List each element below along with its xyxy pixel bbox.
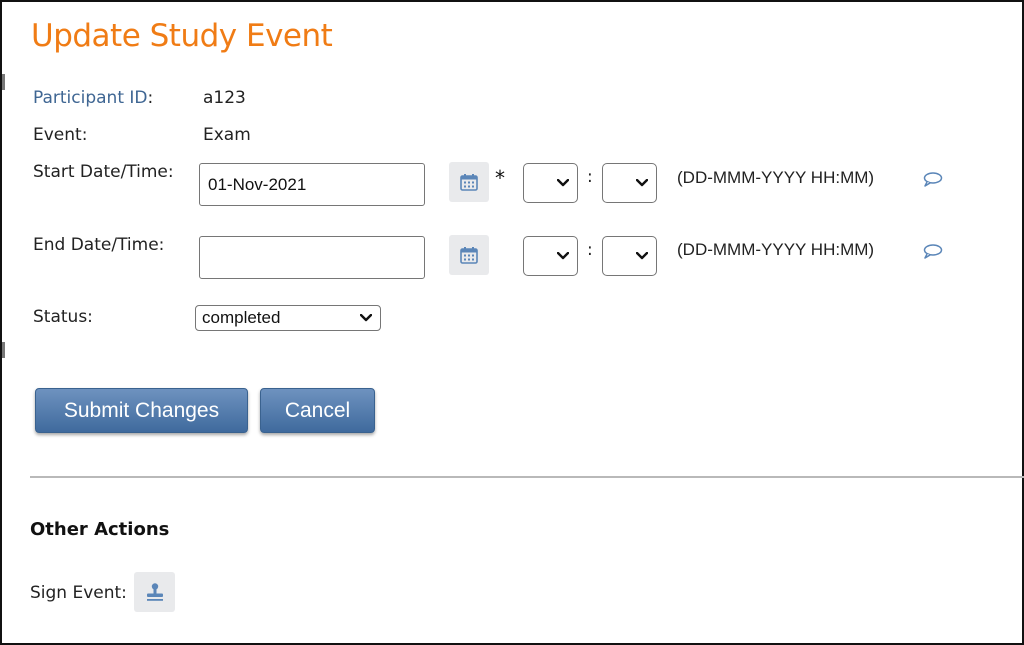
page-frame: Update Study Event Participant ID: a123 … — [0, 0, 1024, 645]
participant-id-label-row: Participant ID: — [33, 88, 153, 108]
start-datetime-label: Start Date/Time: — [33, 162, 174, 182]
chevron-down-icon — [636, 179, 648, 187]
start-date-calendar-button[interactable] — [449, 162, 489, 202]
time-separator: : — [587, 167, 593, 187]
calendar-icon — [460, 174, 478, 191]
start-date-input[interactable]: 01-Nov-2021 — [199, 163, 425, 206]
start-hour-select[interactable] — [523, 163, 578, 203]
start-minute-select[interactable] — [602, 163, 657, 203]
event-value: Exam — [203, 125, 251, 145]
end-date-calendar-button[interactable] — [449, 235, 489, 275]
end-datetime-label: End Date/Time: — [33, 235, 165, 255]
end-minute-select[interactable] — [602, 236, 657, 276]
speech-bubble-icon[interactable] — [922, 243, 944, 259]
left-border-tick — [2, 74, 5, 90]
sign-event-button[interactable] — [134, 572, 175, 612]
section-divider — [30, 476, 1024, 478]
end-format-hint: (DD-MMM-YYYY HH:MM) — [677, 240, 875, 259]
sign-event-label: Sign Event: — [30, 583, 127, 603]
chevron-down-icon — [636, 252, 648, 260]
start-date-value: 01-Nov-2021 — [208, 174, 307, 194]
page-title: Update Study Event — [31, 18, 333, 54]
participant-id-value: a123 — [203, 88, 246, 108]
stamp-icon — [146, 583, 163, 601]
event-label: Event: — [33, 125, 88, 145]
other-actions-title: Other Actions — [30, 519, 170, 540]
calendar-icon — [460, 247, 478, 264]
participant-id-colon: : — [147, 88, 154, 108]
required-marker: * — [495, 166, 505, 190]
participant-id-label: Participant ID — [33, 88, 148, 108]
end-hour-select[interactable] — [523, 236, 578, 276]
submit-changes-button[interactable]: Submit Changes — [35, 388, 248, 433]
start-format-hint: (DD-MMM-YYYY HH:MM) — [677, 168, 875, 187]
end-date-input[interactable] — [199, 236, 425, 279]
chevron-down-icon — [557, 179, 569, 187]
status-select[interactable]: completed — [195, 305, 381, 331]
left-border-tick — [2, 342, 5, 358]
cancel-button[interactable]: Cancel — [260, 388, 375, 433]
time-separator: : — [587, 240, 593, 260]
status-selected-value: completed — [202, 308, 281, 327]
speech-bubble-icon[interactable] — [922, 171, 944, 187]
status-label: Status: — [33, 307, 93, 327]
chevron-down-icon — [360, 314, 372, 322]
chevron-down-icon — [557, 252, 569, 260]
